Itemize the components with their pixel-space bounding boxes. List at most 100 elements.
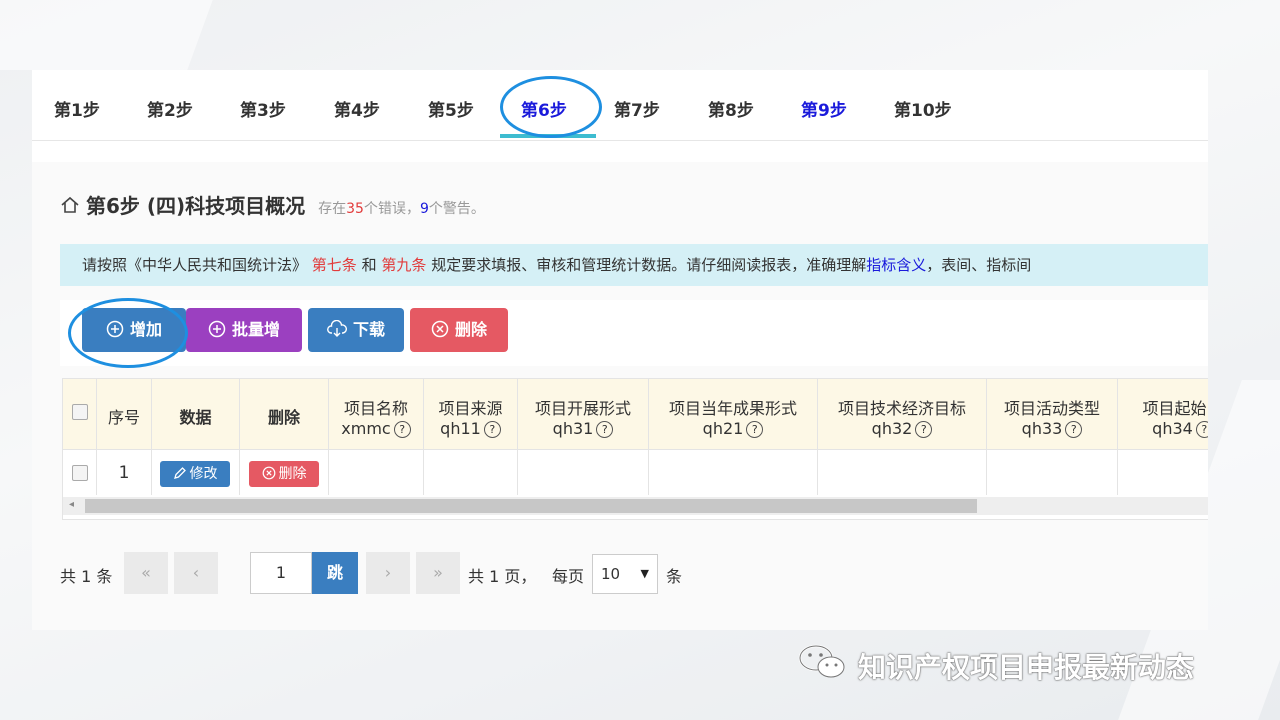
- main-panel: 第1步 第2步 第3步 第4步 第5步 第6步 第7步 第8步 第9步 第10步…: [32, 70, 1208, 630]
- pagination: 共 1 条 « ‹ 1 跳 › » 共 1 页， 每页 10 ▼ 条: [60, 550, 760, 596]
- header-activity[interactable]: 项目活动类型 qh33?: [987, 379, 1118, 449]
- header-seq-label: 序号: [107, 408, 140, 427]
- tab-step-5[interactable]: 第5步: [428, 96, 474, 121]
- indicator-meaning-link[interactable]: 指标含义: [866, 256, 926, 274]
- first-page-button[interactable]: «: [124, 552, 168, 594]
- per-page-label: 每页: [552, 567, 585, 586]
- download-label: 下载: [352, 320, 385, 339]
- data-table: 序号 数据 删除 项目名称 xmmc? 项目来源 qh11? 项目开展形式 qh31?…: [62, 378, 1208, 520]
- last-page-button[interactable]: »: [416, 552, 460, 594]
- header-form-code: qh31: [552, 419, 594, 438]
- header-select-all: [63, 379, 97, 449]
- edit-row-button[interactable]: 修改: [160, 461, 230, 487]
- header-data: 数据: [152, 379, 240, 449]
- scroll-left-arrow-icon[interactable]: ◂: [69, 499, 74, 510]
- row-activity-cell: [987, 449, 1118, 495]
- prev-page-button[interactable]: ‹: [174, 552, 218, 594]
- highlight-circle: [68, 298, 188, 368]
- total-records-count: 1: [81, 567, 92, 586]
- dropdown-arrow-icon: ▼: [640, 567, 649, 580]
- header-start-label: 项目起始日: [1142, 399, 1208, 418]
- header-target-code: qh32: [871, 419, 913, 438]
- header-activity-label: 项目活动类型: [1003, 399, 1100, 418]
- delete-row-label: 删除: [278, 466, 307, 482]
- tab-step-8[interactable]: 第8步: [708, 96, 754, 121]
- notice-and: 和: [361, 256, 377, 274]
- error-count: 35: [346, 201, 364, 217]
- page-title-text: 第6步 (四)科技项目概况: [86, 194, 306, 218]
- tab-step-1[interactable]: 第1步: [54, 96, 100, 121]
- row-seq: 1: [97, 449, 152, 495]
- header-activity-code: qh33: [1021, 419, 1063, 438]
- tab-step-7[interactable]: 第7步: [614, 96, 660, 121]
- header-form[interactable]: 项目开展形式 qh31?: [518, 379, 649, 449]
- page-size-value: 10: [601, 565, 621, 583]
- batch-add-button[interactable]: 批量增: [186, 308, 302, 352]
- article-7: 第七条: [311, 256, 357, 274]
- header-data-label: 数据: [179, 408, 212, 427]
- header-source-code: qh11: [440, 419, 481, 438]
- step-tabs: 第1步 第2步 第3步 第4步 第5步 第6步 第7步 第8步 第9步 第10步: [32, 70, 1208, 141]
- tab-step-4[interactable]: 第4步: [334, 96, 380, 121]
- header-source-label: 项目来源: [438, 399, 503, 418]
- help-icon[interactable]: ?: [393, 421, 411, 438]
- row-name-cell: [329, 449, 424, 495]
- header-start[interactable]: 项目起始日qh34?: [1118, 379, 1208, 449]
- help-icon[interactable]: ?: [746, 421, 764, 438]
- plus-circle-icon: [208, 320, 226, 338]
- tab-step-2[interactable]: 第2步: [147, 96, 193, 121]
- total-pages: 共 1 页，: [468, 563, 536, 587]
- tab-step-9[interactable]: 第9步: [801, 96, 847, 121]
- total-records: 共 1 条: [60, 563, 112, 587]
- row-source-cell: [424, 449, 518, 495]
- header-name[interactable]: 项目名称 xmmc?: [329, 379, 424, 449]
- next-page-button[interactable]: ›: [366, 552, 410, 594]
- tab-step-3[interactable]: 第3步: [240, 96, 286, 121]
- wechat-logo-icon: [798, 644, 845, 678]
- header-name-code: xmmc: [341, 419, 391, 438]
- pages-suffix: 页，: [504, 567, 537, 586]
- scrollbar-thumb[interactable]: [85, 499, 977, 513]
- notice-text-3: ，表间、指标间: [926, 256, 1032, 274]
- page-number-input[interactable]: 1: [250, 552, 312, 594]
- help-icon[interactable]: ?: [596, 421, 614, 438]
- header-delete: 删除: [240, 379, 329, 449]
- help-icon[interactable]: ?: [483, 421, 501, 438]
- total-pages-count: 1: [489, 567, 500, 586]
- go-button[interactable]: 跳: [312, 552, 358, 594]
- cloud-download-icon: [327, 319, 347, 337]
- total-prefix: 共: [60, 567, 77, 586]
- close-circle-icon: [262, 466, 275, 480]
- horizontal-scrollbar[interactable]: ◂: [63, 497, 1208, 515]
- header-result[interactable]: 项目当年成果形式 qh21?: [649, 379, 818, 449]
- header-result-code: qh21: [702, 419, 744, 438]
- header-form-label: 项目开展形式: [534, 399, 631, 418]
- delete-row-button[interactable]: 删除: [249, 461, 319, 487]
- header-start-code: qh34: [1152, 419, 1193, 438]
- download-button[interactable]: 下载: [308, 308, 404, 352]
- article-9: 第九条: [381, 256, 427, 274]
- help-icon[interactable]: ?: [915, 421, 933, 438]
- row-delete-cell: 删除: [240, 449, 329, 495]
- header-source[interactable]: 项目来源 qh11?: [424, 379, 518, 449]
- batch-add-label: 批量增: [231, 320, 280, 339]
- close-circle-icon: [431, 320, 449, 338]
- header-target[interactable]: 项目技术经济目标 qh32?: [818, 379, 987, 449]
- help-icon[interactable]: ?: [1195, 421, 1208, 438]
- row-result-cell: [649, 449, 818, 495]
- header-name-label: 项目名称: [343, 399, 408, 418]
- pages-prefix: 共: [468, 567, 485, 586]
- row-target-cell: [818, 449, 987, 495]
- page-size-select[interactable]: 10 ▼: [592, 554, 658, 594]
- tab-step-10[interactable]: 第10步: [894, 96, 952, 121]
- row-checkbox[interactable]: [71, 465, 88, 481]
- header-result-label: 项目当年成果形式: [668, 399, 797, 418]
- delete-button[interactable]: 删除: [410, 308, 508, 352]
- error-prefix: 存在: [318, 201, 347, 217]
- warning-count: 9: [419, 201, 429, 217]
- watermark-text: 知识产权项目申报最新动态: [858, 651, 1195, 684]
- wechat-watermark: 知识产权项目申报最新动态: [796, 642, 1194, 684]
- help-icon[interactable]: ?: [1065, 421, 1083, 438]
- select-all-checkbox[interactable]: [71, 404, 88, 420]
- page-size-suffix: 条: [666, 567, 683, 586]
